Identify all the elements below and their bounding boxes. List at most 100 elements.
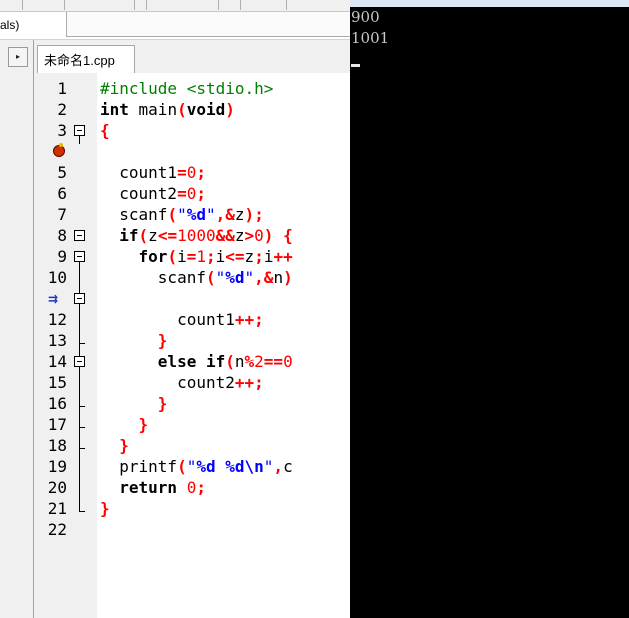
identifier: count1 [100, 310, 235, 329]
string: " [205, 205, 216, 224]
format-specifier: %d [225, 268, 245, 287]
code-line-10: scanf("%d",&n) [100, 267, 293, 288]
keyword: if [100, 226, 139, 245]
code-line-17: } [100, 414, 149, 435]
code-line-18: } [100, 435, 129, 456]
symbol: ; [254, 310, 264, 329]
symbol: ; [206, 247, 216, 266]
fold-toggle-icon[interactable] [74, 356, 85, 367]
identifier: z [234, 205, 245, 224]
keyword: int [100, 100, 129, 119]
code-editor[interactable]: #include <stdio.h> int main(void) { int … [97, 73, 350, 618]
format-specifier: %d [186, 205, 206, 224]
identifier: i [215, 247, 226, 266]
fold-toggle-icon[interactable] [74, 230, 85, 241]
symbol: } [100, 331, 168, 350]
operator: % [244, 352, 255, 371]
identifier: z [148, 226, 158, 245]
identifier: n [234, 352, 245, 371]
symbol: ; [254, 205, 264, 224]
toolbar-separator [240, 0, 241, 10]
code-line-3: { [100, 120, 110, 141]
console-output-line: 900 [351, 8, 380, 26]
fold-end-tick [79, 343, 85, 344]
breakpoint-icon[interactable] [53, 143, 65, 157]
operator: <= [157, 226, 178, 245]
line-number: 10 [47, 268, 67, 287]
console-window[interactable]: 900 1001 [350, 0, 629, 618]
code-line-12: count1++; [100, 309, 264, 330]
string: " [263, 457, 274, 476]
compiler-select-text[interactable]: als) [0, 18, 19, 32]
string: " [177, 205, 187, 224]
symbol: ; [254, 373, 264, 392]
line-number: 21 [47, 499, 67, 518]
keyword: else if [100, 352, 226, 371]
identifier: printf [100, 457, 178, 476]
number: 0 [186, 184, 197, 203]
line-number: 3 [57, 121, 67, 140]
line-number: 22 [47, 520, 67, 539]
fold-toggle-icon[interactable] [74, 293, 85, 304]
identifier: c [283, 457, 293, 476]
symbol: ( [138, 226, 149, 245]
symbol: ; [196, 184, 206, 203]
format-specifier: %d [196, 457, 216, 476]
symbol: ) [283, 268, 293, 287]
symbol: } [100, 499, 110, 518]
fold-line [79, 304, 80, 356]
identifier: z [234, 226, 245, 245]
operator: && [215, 226, 235, 245]
tab-untitled1-cpp[interactable]: 未命名1.cpp [37, 45, 135, 73]
preprocessor-directive: #include <stdio.h> [100, 79, 274, 98]
toolbar-separator [286, 0, 287, 10]
symbol: { [100, 121, 110, 140]
code-line-2: int main(void) [100, 99, 235, 120]
number: 0 [177, 478, 197, 497]
code-line-13: } [100, 330, 168, 351]
toolbar-separator [64, 0, 65, 10]
console-title-edge [350, 0, 629, 7]
code-line-20: return 0; [100, 477, 206, 498]
identifier: main [128, 100, 178, 119]
toolbar-separator [146, 0, 147, 10]
symbol: ; [196, 478, 206, 497]
string [216, 457, 226, 476]
console-cursor [351, 64, 360, 67]
toolbar-separator [22, 0, 23, 10]
code-line-8: if(z<=1000&&z>0) { [100, 225, 292, 246]
number: 0 [186, 163, 197, 182]
symbol: ) [225, 100, 235, 119]
identifier: count2 [100, 373, 235, 392]
code-line-15: count2++; [100, 372, 264, 393]
operator: = [177, 184, 187, 203]
symbol: , [215, 205, 226, 224]
tab-scroll-right-button[interactable]: ▸ [8, 47, 28, 67]
operator: == [263, 352, 284, 371]
toolbar-separator [134, 0, 135, 10]
fold-end-tick [79, 406, 85, 407]
operator: <= [225, 247, 245, 266]
line-number: 20 [47, 478, 67, 497]
line-number: 8 [57, 226, 67, 245]
keyword: void [186, 100, 226, 119]
identifier: count2 [100, 184, 178, 203]
string: " [186, 457, 197, 476]
fold-toggle-icon[interactable] [74, 125, 85, 136]
identifier: i [177, 247, 187, 266]
symbol: ( [225, 352, 235, 371]
fold-toggle-icon[interactable] [74, 251, 85, 262]
identifier: count1 [100, 163, 178, 182]
symbol: ) [244, 205, 255, 224]
number: 0 [283, 352, 293, 371]
line-number: 16 [47, 394, 67, 413]
symbol: ( [177, 100, 187, 119]
line-number: 18 [47, 436, 67, 455]
fold-end-tick [79, 427, 85, 428]
symbol: ; [254, 247, 264, 266]
execution-code-text: if(n%2!=0){ [100, 289, 264, 308]
toolbar-combo-box[interactable] [66, 12, 351, 37]
symbol: , [273, 457, 284, 476]
line-number: 19 [47, 457, 67, 476]
format-specifier: %d [225, 457, 245, 476]
